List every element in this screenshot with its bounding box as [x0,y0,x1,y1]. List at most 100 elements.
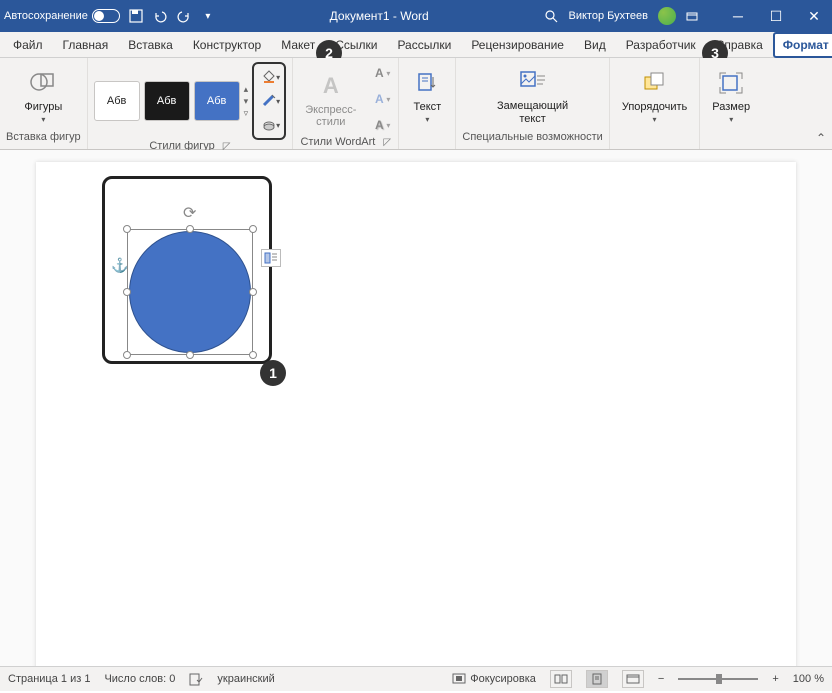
wordart-styles-button: A Экспресс- стили [299,68,362,130]
style-swatch-3[interactable]: Абв [194,81,240,121]
status-word-count[interactable]: Число слов: 0 [104,673,175,685]
oval-shape[interactable] [129,231,251,353]
focus-mode-button[interactable]: Фокусировка [452,673,536,685]
group-label-wordart: Стили WordArt [300,136,375,148]
group-text: Текст ▾ Текст [399,58,456,149]
redo-icon[interactable] [176,8,192,24]
titlebar: Автосохранение ▾ Документ1 - Word Виктор… [0,0,832,32]
group-accessibility: Замещающий текст Специальные возможности [456,58,609,149]
resize-handle[interactable] [123,351,131,359]
statusbar: Страница 1 из 1 Число слов: 0 украинский… [0,666,832,691]
shapes-label: Фигуры [24,101,62,113]
resize-handle[interactable] [249,288,257,296]
size-button[interactable]: Размер ▾ [706,65,756,126]
zoom-slider[interactable] [678,678,758,680]
maximize-icon[interactable]: ☐ [762,8,790,25]
layout-options-button[interactable] [261,249,281,267]
close-icon[interactable]: ✕ [800,8,828,25]
alt-text-button[interactable]: Замещающий текст [491,64,574,126]
resize-handle[interactable] [249,351,257,359]
size-icon [715,67,747,99]
web-layout-icon[interactable] [622,670,644,688]
shape-effects-button[interactable]: ▾ [256,114,282,136]
group-arrange: Упорядочить ▾ [610,58,700,149]
tab-shape-format[interactable]: Формат фигу [774,33,832,57]
focus-label: Фокусировка [470,673,536,685]
shape-fill-button[interactable]: ▾ [256,66,282,88]
avatar[interactable] [658,7,676,25]
tab-home[interactable]: Главная [54,33,118,57]
group-wordart-styles: A Экспресс- стили A▾ A▾ A▾ Стили WordArt… [293,58,399,149]
selection-highlight-box: ⟳ ⚓ [102,176,272,364]
qat-more-icon[interactable]: ▾ [200,8,216,24]
search-icon[interactable] [543,8,559,24]
tab-developer[interactable]: Разработчик [617,33,705,57]
style-swatch-1[interactable]: Абв [94,81,140,121]
zoom-level[interactable]: 100 % [793,673,824,685]
alt-text-icon [517,66,549,98]
group-label-size [730,129,733,145]
print-layout-icon[interactable] [586,670,608,688]
tab-review[interactable]: Рецензирование [462,33,573,57]
resize-handle[interactable] [186,225,194,233]
chevron-down-icon: ▾ [729,115,733,124]
ribbon: Фигуры ▾ Вставка фигур Абв Абв Абв ▴ ▾ ▿… [0,58,832,150]
shape-format-tools: ▾ ▾ ▾ [252,62,286,140]
text-effects-button: A▾ [366,114,392,136]
undo-icon[interactable] [152,8,168,24]
resize-handle[interactable] [186,351,194,359]
collapse-ribbon-icon[interactable]: ⌃ [816,131,826,145]
zoom-thumb[interactable] [716,674,722,684]
read-mode-icon[interactable] [550,670,572,688]
group-insert-shapes: Фигуры ▾ Вставка фигур [0,58,88,149]
chevron-down-icon: ▾ [244,96,249,107]
toggle-switch-icon [92,9,120,23]
style-swatch-2[interactable]: Абв [144,81,190,121]
group-label-accessibility: Специальные возможности [462,129,602,145]
wordart-label: Экспресс- стили [305,104,356,128]
arrange-icon [639,67,671,99]
page[interactable]: ⟳ ⚓ 1 [36,162,796,666]
save-icon[interactable] [128,8,144,24]
tab-insert[interactable]: Вставка [119,33,182,57]
ribbon-display-icon[interactable] [686,10,714,22]
size-label: Размер [712,101,750,113]
resize-handle[interactable] [249,225,257,233]
text-label: Текст [414,101,442,113]
more-icon: ▿ [244,108,249,119]
tab-view[interactable]: Вид [575,33,615,57]
rotate-handle-icon[interactable]: ⟳ [183,203,196,223]
zoom-out-button[interactable]: − [658,673,664,685]
annotation-1: 1 [260,360,286,386]
autosave-toggle[interactable]: Автосохранение [4,9,120,23]
tab-file[interactable]: Файл [4,33,52,57]
shape-outline-button[interactable]: ▾ [256,90,282,112]
status-language[interactable]: украинский [217,673,274,685]
tab-mailings[interactable]: Рассылки [388,33,460,57]
resize-handle[interactable] [123,225,131,233]
group-label-arrange [653,129,656,145]
shapes-icon [27,67,59,99]
chevron-down-icon: ▾ [425,115,429,124]
tab-design[interactable]: Конструктор [184,33,270,57]
group-shape-styles: Абв Абв Абв ▴ ▾ ▿ ▾ ▾ ▾ Стили фигур◸ [88,58,294,149]
chevron-down-icon: ▾ [653,115,657,124]
text-direction-icon [411,67,443,99]
minimize-icon[interactable]: ─ [724,8,752,24]
style-gallery-nav[interactable]: ▴ ▾ ▿ [244,84,249,119]
autosave-label: Автосохранение [4,10,88,22]
document-title: Документ1 - Word [216,9,543,23]
zoom-in-button[interactable]: + [772,673,778,685]
resize-handle[interactable] [123,288,131,296]
dialog-launcher-icon[interactable]: ◸ [383,137,391,148]
spellcheck-icon[interactable] [189,672,203,686]
shapes-button[interactable]: Фигуры ▾ [18,65,68,126]
text-button[interactable]: Текст ▾ [405,65,449,126]
chevron-down-icon: ▾ [41,115,45,124]
alt-text-label: Замещающий текст [497,100,568,124]
status-page[interactable]: Страница 1 из 1 [8,673,90,685]
group-size: Размер ▾ [700,58,762,149]
arrange-button[interactable]: Упорядочить ▾ [616,65,693,126]
anchor-icon: ⚓ [111,257,128,274]
document-area[interactable]: ⟳ ⚓ 1 [0,150,832,666]
